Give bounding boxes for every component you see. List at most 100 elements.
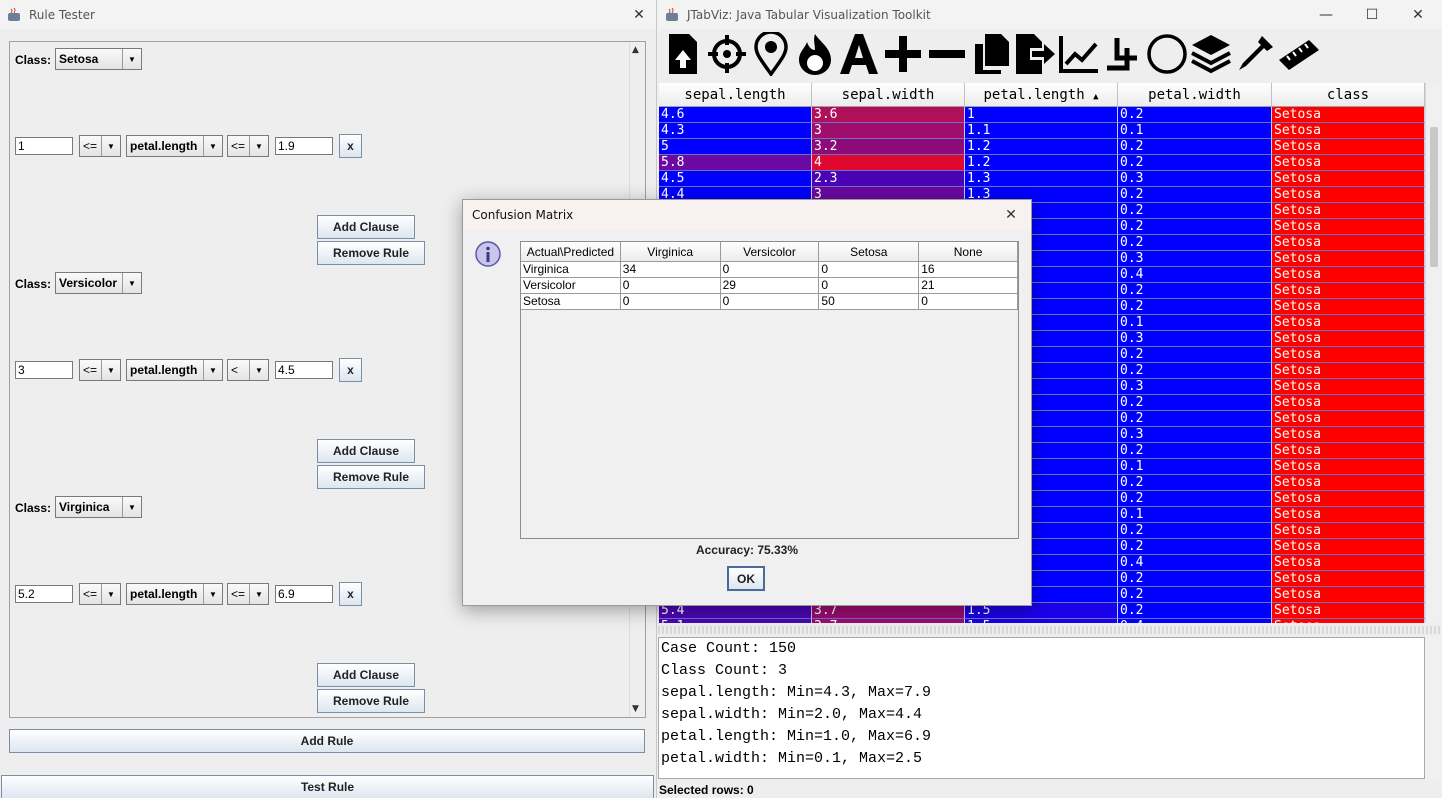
table-cell[interactable]: 3.6 [812, 107, 965, 123]
column-header[interactable]: petal.length ▲ [965, 83, 1118, 107]
scroll-down-icon[interactable]: ▼ [632, 704, 639, 714]
table-cell[interactable]: 0.2 [1118, 299, 1272, 315]
table-cell[interactable]: 0.2 [1118, 187, 1272, 203]
matrix-column-header[interactable]: Setosa [819, 242, 920, 262]
close-icon[interactable]: ✕ [1395, 0, 1441, 29]
table-cell[interactable]: Setosa [1272, 267, 1425, 283]
table-cell[interactable]: Setosa [1272, 571, 1425, 587]
operator-select[interactable]: <= ▼ [227, 135, 269, 157]
table-cell[interactable]: 0.4 [1118, 267, 1272, 283]
layers-icon[interactable] [1189, 31, 1233, 77]
table-cell[interactable]: Setosa [1272, 203, 1425, 219]
table-cell[interactable]: Setosa [1272, 491, 1425, 507]
attribute-select[interactable]: petal.length ▼ [126, 359, 223, 381]
map-pin-icon[interactable] [749, 31, 793, 77]
table-cell[interactable]: 0.2 [1118, 363, 1272, 379]
table-cell[interactable]: 0.2 [1118, 587, 1272, 603]
matrix-row[interactable]: Virginica 34 0 0 16 [521, 262, 1018, 278]
table-cell[interactable]: 5 [659, 139, 812, 155]
table-cell[interactable]: 1 [965, 107, 1118, 123]
table-cell[interactable]: 0.2 [1118, 571, 1272, 587]
column-header[interactable]: class [1272, 83, 1425, 107]
copy-icon[interactable] [969, 31, 1013, 77]
split-pane-divider[interactable] [658, 626, 1442, 634]
table-cell[interactable]: 0.2 [1118, 443, 1272, 459]
table-cell[interactable]: 0.1 [1118, 315, 1272, 331]
table-cell[interactable]: Setosa [1272, 603, 1425, 619]
remove-rule-button[interactable]: Remove Rule [317, 241, 425, 265]
table-cell[interactable]: 4 [812, 155, 965, 171]
letter-a-icon[interactable] [837, 31, 881, 77]
table-cell[interactable]: Setosa [1272, 459, 1425, 475]
add-clause-button[interactable]: Add Clause [317, 663, 415, 687]
table-cell[interactable]: 1.5 [965, 619, 1118, 623]
column-header[interactable]: sepal.length [659, 83, 812, 107]
add-rule-button[interactable]: Add Rule [9, 729, 645, 753]
table-cell[interactable]: 0.2 [1118, 491, 1272, 507]
table-cell[interactable]: 0.2 [1118, 283, 1272, 299]
close-icon[interactable]: ✕ [616, 0, 656, 29]
operator-select[interactable]: < ▼ [227, 359, 269, 381]
table-cell[interactable]: 4.6 [659, 107, 812, 123]
table-cell[interactable]: Setosa [1272, 283, 1425, 299]
class-select[interactable]: Setosa ▼ [55, 48, 142, 70]
table-cell[interactable]: 2.3 [812, 171, 965, 187]
eyedropper-icon[interactable] [1233, 31, 1277, 77]
operator-select[interactable]: <= ▼ [79, 135, 121, 157]
operator-select[interactable]: <= ▼ [227, 583, 269, 605]
table-cell[interactable]: Setosa [1272, 331, 1425, 347]
table-cell[interactable]: Setosa [1272, 523, 1425, 539]
clause-low-input[interactable]: 1 [15, 137, 73, 155]
corner-icon[interactable] [1101, 31, 1145, 77]
remove-rule-button[interactable]: Remove Rule [317, 689, 425, 713]
ok-button[interactable]: OK [727, 566, 765, 591]
add-clause-button[interactable]: Add Clause [317, 215, 415, 239]
test-rule-button[interactable]: Test Rule [1, 775, 654, 798]
circle-icon[interactable] [1145, 31, 1189, 77]
table-cell[interactable]: 5.8 [659, 155, 812, 171]
table-cell[interactable]: 0.4 [1118, 555, 1272, 571]
remove-clause-button[interactable]: x [339, 582, 362, 606]
table-cell[interactable]: 0.2 [1118, 219, 1272, 235]
table-cell[interactable]: Setosa [1272, 443, 1425, 459]
matrix-column-header[interactable]: Versicolor [720, 242, 820, 262]
table-cell[interactable]: Setosa [1272, 139, 1425, 155]
table-cell[interactable]: 3.2 [812, 139, 965, 155]
table-cell[interactable]: 0.2 [1118, 203, 1272, 219]
crosshair-icon[interactable] [705, 31, 749, 77]
table-cell[interactable]: Setosa [1272, 251, 1425, 267]
matrix-row[interactable]: Setosa 0 0 50 0 [521, 294, 1018, 310]
matrix-column-header[interactable]: Actual\Predicted [521, 242, 621, 262]
table-row[interactable]: 4.5 2.3 1.3 0.3 Setosa [659, 171, 1425, 187]
table-cell[interactable]: Setosa [1272, 171, 1425, 187]
table-row[interactable]: 4.3 3 1.1 0.1 Setosa [659, 123, 1425, 139]
table-cell[interactable]: Setosa [1272, 235, 1425, 251]
table-cell[interactable]: 0.4 [1118, 619, 1272, 623]
class-select[interactable]: Versicolor ▼ [55, 272, 142, 294]
table-cell[interactable]: 3.7 [812, 619, 965, 623]
table-cell[interactable]: 0.2 [1118, 395, 1272, 411]
table-cell[interactable]: 0.1 [1118, 507, 1272, 523]
attribute-select[interactable]: petal.length ▼ [126, 135, 223, 157]
table-cell[interactable]: Setosa [1272, 539, 1425, 555]
table-cell[interactable]: 0.3 [1118, 171, 1272, 187]
minimize-icon[interactable]: — [1303, 0, 1349, 29]
table-cell[interactable]: Setosa [1272, 475, 1425, 491]
table-cell[interactable]: Setosa [1272, 379, 1425, 395]
table-cell[interactable]: 0.2 [1118, 107, 1272, 123]
column-header[interactable]: petal.width [1118, 83, 1272, 107]
table-cell[interactable]: 0.2 [1118, 139, 1272, 155]
table-row[interactable]: 5.13.71.50.4Setosa [659, 619, 1425, 623]
table-cell[interactable]: 0.3 [1118, 379, 1272, 395]
table-cell[interactable]: Setosa [1272, 411, 1425, 427]
table-cell[interactable]: 1.2 [965, 139, 1118, 155]
matrix-row[interactable]: Versicolor 0 29 0 21 [521, 278, 1018, 294]
table-cell[interactable]: 0.2 [1118, 235, 1272, 251]
table-cell[interactable]: 1.2 [965, 155, 1118, 171]
flame-icon[interactable] [793, 31, 837, 77]
clause-high-input[interactable]: 1.9 [275, 137, 333, 155]
table-cell[interactable]: Setosa [1272, 587, 1425, 603]
table-cell[interactable]: 0.3 [1118, 427, 1272, 443]
table-cell[interactable]: 0.1 [1118, 123, 1272, 139]
table-cell[interactable]: Setosa [1272, 619, 1425, 623]
